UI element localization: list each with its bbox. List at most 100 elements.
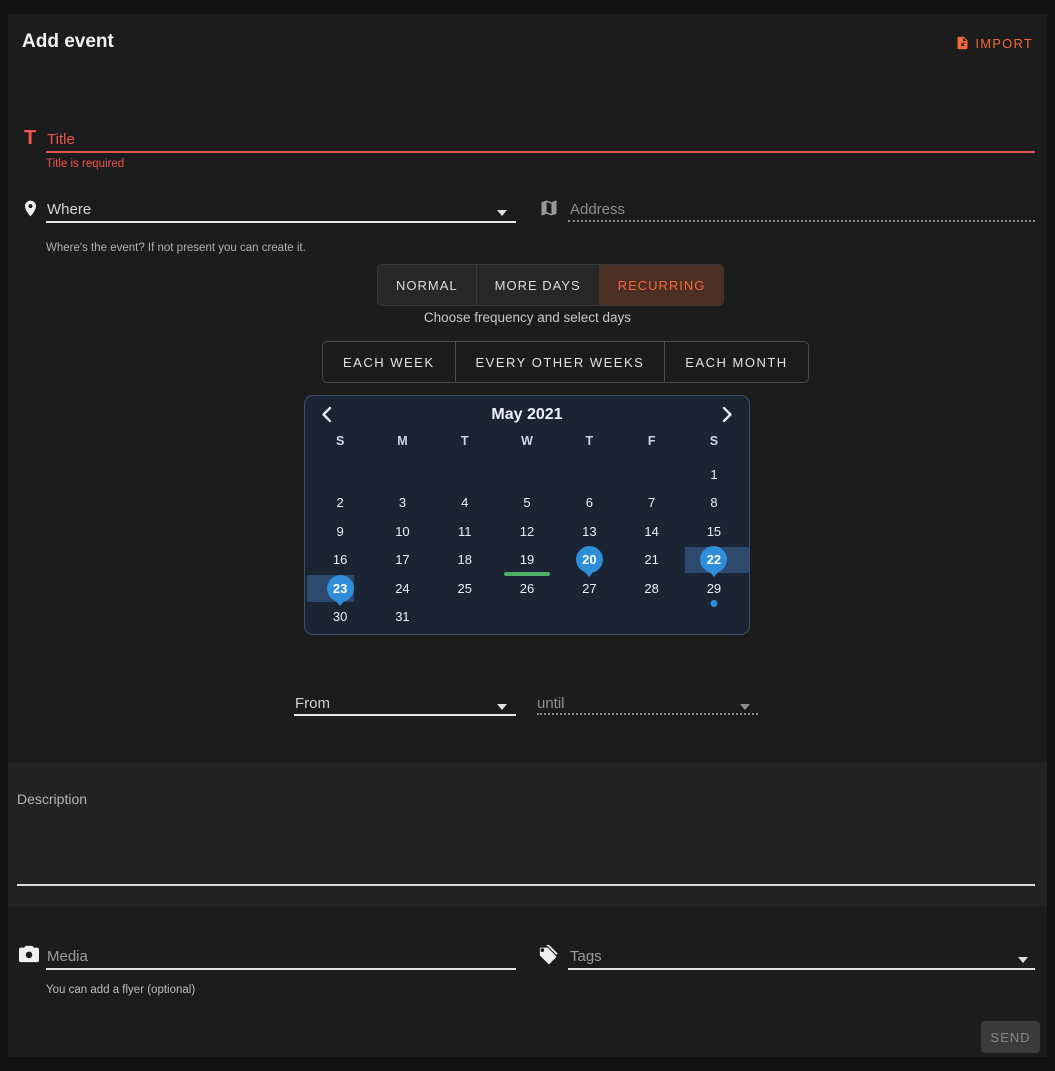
calendar-day-label: 15 bbox=[707, 524, 721, 539]
calendar-day-14[interactable]: 14 bbox=[620, 517, 682, 546]
from-time-select[interactable]: From bbox=[295, 695, 330, 712]
calendar-day-31[interactable]: 31 bbox=[371, 603, 433, 632]
media-input[interactable]: Media bbox=[47, 948, 88, 965]
calendar-week-row: 16 17 18 19 20 21 22 bbox=[309, 546, 749, 575]
day-header-thu: T bbox=[558, 434, 620, 456]
calendar-day-16[interactable]: 16 bbox=[309, 546, 371, 575]
calendar-day-30[interactable]: 30 bbox=[309, 603, 371, 632]
calendar-week-row: 23 24 25 26 27 28 29 bbox=[309, 574, 749, 603]
calendar-day-24[interactable]: 24 bbox=[371, 574, 433, 603]
title-underline bbox=[46, 151, 1035, 153]
send-button[interactable]: SEND bbox=[981, 1021, 1040, 1053]
calendar-day-15[interactable]: 15 bbox=[683, 517, 745, 546]
calendar-day-22[interactable]: 22 bbox=[683, 546, 745, 575]
tab-more-days[interactable]: MORE DAYS bbox=[477, 265, 600, 305]
until-underline bbox=[537, 713, 758, 715]
calendar-day-4[interactable]: 4 bbox=[434, 489, 496, 518]
calendar-day-1[interactable]: 1 bbox=[683, 460, 745, 489]
day-header-mon: M bbox=[371, 434, 433, 456]
calendar-day-21[interactable]: 21 bbox=[620, 546, 682, 575]
calendar-day-25[interactable]: 25 bbox=[434, 574, 496, 603]
calendar-day-label: 1 bbox=[710, 467, 717, 482]
calendar-month-title: May 2021 bbox=[305, 406, 749, 424]
calendar-day-3[interactable]: 3 bbox=[371, 489, 433, 518]
calendar-day-label: 16 bbox=[333, 552, 347, 567]
calendar-day-5[interactable]: 5 bbox=[496, 489, 558, 518]
frequency-every-other-weeks-button[interactable]: EVERY OTHER WEEKS bbox=[456, 342, 666, 382]
frequency-each-month-button[interactable]: EACH MONTH bbox=[665, 342, 807, 382]
page-title: Add event bbox=[22, 31, 114, 53]
calendar-day-empty bbox=[620, 603, 682, 632]
description-underline bbox=[17, 884, 1035, 886]
calendar-day-label: 5 bbox=[523, 495, 530, 510]
calendar-week-row: 30 31 bbox=[309, 603, 749, 632]
calendar-day-29[interactable]: 29 bbox=[683, 574, 745, 603]
calendar-week-row: 234 5 67 8 bbox=[309, 489, 749, 518]
import-label: IMPORT bbox=[975, 36, 1033, 51]
calendar-day-label: 28 bbox=[644, 581, 658, 596]
calendar-day-19[interactable]: 19 bbox=[496, 546, 558, 575]
calendar-day-empty bbox=[309, 460, 371, 489]
tab-normal[interactable]: NORMAL bbox=[378, 265, 477, 305]
day-header-tue: T bbox=[434, 434, 496, 456]
address-input[interactable]: Address bbox=[570, 201, 625, 218]
calendar-day-label: 12 bbox=[520, 524, 534, 539]
frequency-button-group: EACH WEEK EVERY OTHER WEEKS EACH MONTH bbox=[322, 341, 809, 383]
calendar-day-empty bbox=[558, 603, 620, 632]
calendar-day-28[interactable]: 28 bbox=[620, 574, 682, 603]
location-pin-icon bbox=[21, 197, 40, 225]
title-error-text: Title is required bbox=[46, 158, 124, 170]
calendar-next-month-icon[interactable] bbox=[722, 406, 733, 428]
where-select[interactable]: Where bbox=[47, 201, 91, 218]
calendar-day-27[interactable]: 27 bbox=[558, 574, 620, 603]
calendar-day-23[interactable]: 23 bbox=[309, 574, 371, 603]
calendar-day-label: 30 bbox=[333, 609, 347, 624]
title-icon: T bbox=[24, 127, 36, 150]
calendar-day-label: 26 bbox=[520, 581, 534, 596]
where-dropdown-arrow-icon[interactable] bbox=[497, 210, 507, 216]
calendar-day-label: 19 bbox=[520, 552, 534, 567]
tags-icon bbox=[537, 944, 560, 970]
calendar-day-26[interactable]: 26 bbox=[496, 574, 558, 603]
calendar-day-18[interactable]: 18 bbox=[434, 546, 496, 575]
calendar-day-9[interactable]: 9 bbox=[309, 517, 371, 546]
calendar-day-7[interactable]: 7 bbox=[620, 489, 682, 518]
calendar-day-empty bbox=[434, 460, 496, 489]
until-dropdown-arrow-icon[interactable] bbox=[740, 704, 750, 710]
calendar-day-label: 24 bbox=[395, 581, 409, 596]
tags-dropdown-arrow-icon[interactable] bbox=[1018, 957, 1028, 963]
title-input[interactable]: Title bbox=[47, 131, 75, 148]
calendar-week-row: 1 bbox=[309, 460, 749, 489]
calendar-day-10[interactable]: 10 bbox=[371, 517, 433, 546]
calendar-day-13[interactable]: 13 bbox=[558, 517, 620, 546]
calendar-day-20[interactable]: 20 bbox=[558, 546, 620, 575]
tab-recurring[interactable]: RECURRING bbox=[600, 265, 724, 305]
frequency-each-week-button[interactable]: EACH WEEK bbox=[323, 342, 456, 382]
from-dropdown-arrow-icon[interactable] bbox=[497, 704, 507, 710]
calendar-day-6[interactable]: 6 bbox=[558, 489, 620, 518]
calendar-day-8[interactable]: 8 bbox=[683, 489, 745, 518]
calendar-day-label: 8 bbox=[710, 495, 717, 510]
import-button[interactable]: IMPORT bbox=[955, 34, 1033, 52]
until-time-select[interactable]: until bbox=[537, 695, 565, 712]
calendar-day-empty bbox=[558, 460, 620, 489]
tags-select[interactable]: Tags bbox=[570, 948, 602, 965]
calendar-day-12[interactable]: 12 bbox=[496, 517, 558, 546]
calendar-day-label: 17 bbox=[395, 552, 409, 567]
calendar-day-11[interactable]: 11 bbox=[434, 517, 496, 546]
camera-icon bbox=[18, 944, 40, 969]
add-event-dialog: Add event IMPORT T Title Title is requir… bbox=[8, 14, 1047, 1057]
calendar-day-2[interactable]: 2 bbox=[309, 489, 371, 518]
calendar-day-label: 18 bbox=[458, 552, 472, 567]
calendar-day-label: 22 bbox=[700, 546, 727, 573]
description-label: Description bbox=[17, 791, 87, 807]
where-helper-text: Where's the event? If not present you ca… bbox=[46, 242, 306, 254]
calendar-day-17[interactable]: 17 bbox=[371, 546, 433, 575]
calendar-day-label: 21 bbox=[644, 552, 658, 567]
day-header-sun: S bbox=[309, 434, 371, 456]
calendar-day-empty bbox=[496, 460, 558, 489]
map-icon bbox=[539, 198, 559, 223]
calendar-day-label: 13 bbox=[582, 524, 596, 539]
description-textarea[interactable]: Description bbox=[8, 762, 1047, 906]
from-underline bbox=[294, 714, 516, 716]
